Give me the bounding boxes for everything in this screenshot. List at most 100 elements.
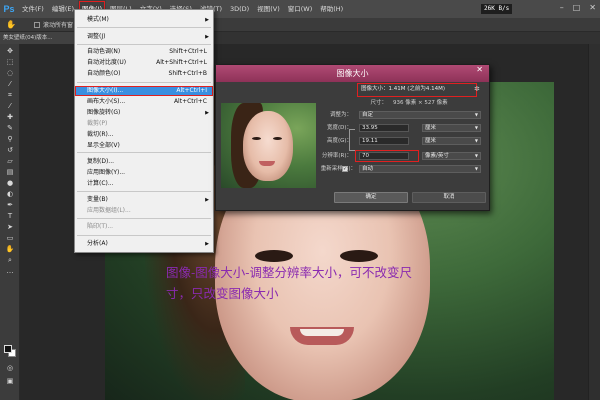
image-menu-item[interactable]: 图像大小(I)... Alt+Ctrl+I bbox=[75, 86, 213, 96]
maximize-icon[interactable]: □ bbox=[573, 3, 581, 12]
menu-item[interactable]: 文件(F) bbox=[18, 0, 48, 18]
marquee-tool-icon[interactable]: ⬚ bbox=[5, 58, 15, 67]
resolution-input[interactable]: 70 bbox=[359, 152, 409, 160]
hand-tool-icon[interactable]: ✋ bbox=[6, 20, 16, 29]
menu-item-shortcut: Alt+Ctrl+I bbox=[176, 87, 207, 94]
menu-separator bbox=[77, 27, 211, 28]
path-selection-tool-icon[interactable]: ➤ bbox=[5, 223, 15, 232]
submenu-arrow-icon: ▶ bbox=[205, 110, 209, 116]
image-menu-item[interactable]: 模式(M) ▶ bbox=[75, 15, 213, 25]
resolution-unit-select[interactable]: 像素/英寸 ▼ bbox=[422, 152, 481, 160]
image-menu-item[interactable]: 显示全部(V) bbox=[75, 141, 213, 151]
dimensions-label: 尺寸： bbox=[370, 100, 387, 106]
fit-to-label: 调整为： bbox=[329, 112, 352, 118]
menu-separator bbox=[77, 235, 211, 236]
resolution-unit-value: 像素/英寸 bbox=[425, 153, 449, 159]
image-menu-item[interactable]: 应用数据组(L)... bbox=[75, 206, 213, 216]
width-unit-select[interactable]: 厘米 ▼ bbox=[422, 124, 481, 132]
submenu-arrow-icon: ▶ bbox=[205, 197, 209, 203]
menu-item[interactable]: 视图(V) bbox=[253, 0, 284, 18]
menu-item-shortcut: Alt+Ctrl+C bbox=[173, 98, 207, 105]
gradient-tool-icon[interactable]: ▤ bbox=[5, 168, 15, 177]
close-icon[interactable]: ✕ bbox=[589, 3, 596, 12]
image-size-dialog: 图像大小 ✕ 图像大小：1.41M (之前为4.14M) ✲ 尺寸： 936 像素… bbox=[215, 64, 490, 211]
dodge-tool-icon[interactable]: ◐ bbox=[5, 190, 15, 199]
resolution-label: 分辨率(R)： bbox=[321, 153, 352, 159]
panels-strip bbox=[588, 44, 600, 400]
menu-item[interactable]: 帮助(H) bbox=[316, 0, 347, 18]
menu-item-label: 自动色调(N) bbox=[87, 48, 121, 55]
menu-item-shortcut: Shift+Ctrl+L bbox=[169, 48, 207, 55]
image-menu-dropdown: 模式(M) ▶ 调整(J) ▶ 自动色调(N) Shift+Ctrl+L 自动对比度(U) A… bbox=[74, 9, 214, 253]
image-menu-item[interactable]: 裁切(R)... bbox=[75, 130, 213, 140]
crop-tool-icon[interactable]: ⌗ bbox=[5, 91, 15, 100]
menu-separator bbox=[77, 152, 211, 153]
more-tools-icon[interactable]: … bbox=[5, 267, 15, 276]
submenu-arrow-icon: ▶ bbox=[205, 34, 209, 40]
image-menu-item[interactable]: 画布大小(S)... Alt+Ctrl+C bbox=[75, 97, 213, 107]
hand-tool-icon[interactable]: ✋ bbox=[5, 245, 15, 254]
menu-item-label: 裁剪(P) bbox=[87, 120, 108, 127]
height-unit-select[interactable]: 厘米 ▼ bbox=[422, 137, 481, 145]
image-menu-item[interactable]: 自动颜色(O) Shift+Ctrl+B bbox=[75, 69, 213, 79]
blur-tool-icon[interactable]: ● bbox=[5, 179, 15, 188]
width-input[interactable]: 33.95 bbox=[359, 124, 409, 132]
menu-item-label: 显示全部(V) bbox=[87, 142, 120, 149]
image-menu-item[interactable]: 图像旋转(G) ▶ bbox=[75, 108, 213, 118]
menu-separator bbox=[77, 82, 211, 83]
lasso-tool-icon[interactable]: ◌ bbox=[5, 69, 15, 78]
move-tool-icon[interactable]: ✥ bbox=[5, 47, 15, 56]
brush-tool-icon[interactable]: ✎ bbox=[5, 124, 15, 133]
image-menu-item[interactable]: 变量(B) ▶ bbox=[75, 195, 213, 205]
foreground-color-swatch[interactable] bbox=[4, 345, 12, 353]
scroll-all-windows-checkbox[interactable] bbox=[33, 21, 40, 28]
resample-value: 自动 bbox=[362, 166, 374, 172]
menu-item[interactable]: 3D(D) bbox=[226, 0, 253, 18]
menu-separator bbox=[77, 218, 211, 219]
clone-stamp-tool-icon[interactable]: ⚲ bbox=[5, 135, 15, 144]
magic-wand-tool-icon[interactable]: ⁄ bbox=[5, 80, 15, 89]
image-menu-item[interactable]: 调整(J) ▶ bbox=[75, 32, 213, 42]
image-menu-item[interactable]: 陷印(T)... bbox=[75, 222, 213, 232]
menu-item-label: 应用图像(Y)... bbox=[87, 169, 126, 176]
cancel-button[interactable]: 取消 bbox=[412, 192, 486, 203]
settings-gear-icon[interactable]: ✲ bbox=[474, 85, 480, 93]
ok-button[interactable]: 确定 bbox=[334, 192, 408, 203]
image-menu-item[interactable]: 自动对比度(U) Alt+Shift+Ctrl+L bbox=[75, 58, 213, 68]
healing-brush-tool-icon[interactable]: ✚ bbox=[5, 113, 15, 122]
image-menu-item[interactable]: 分析(A) ▶ bbox=[75, 239, 213, 249]
history-brush-tool-icon[interactable]: ↺ bbox=[5, 146, 15, 155]
chevron-down-icon: ▼ bbox=[474, 153, 478, 158]
menu-item-label: 分析(A) bbox=[87, 240, 108, 247]
width-unit-value: 厘米 bbox=[425, 125, 437, 131]
dimensions-row: 尺寸： 936 像素 × 527 像素 bbox=[369, 98, 447, 106]
screen-mode-icon[interactable]: ▣ bbox=[5, 377, 15, 386]
eraser-tool-icon[interactable]: ▱ bbox=[5, 157, 15, 166]
image-menu-item[interactable]: 复制(D)... bbox=[75, 157, 213, 167]
resample-select[interactable]: 自动 ▼ bbox=[359, 165, 481, 173]
left-eye bbox=[255, 250, 293, 262]
dialog-close-icon[interactable]: ✕ bbox=[476, 65, 483, 74]
type-tool-icon[interactable]: T bbox=[5, 212, 15, 221]
menu-item-label: 调整(J) bbox=[87, 33, 106, 40]
fit-to-select[interactable]: 自定 ▼ bbox=[359, 111, 481, 119]
image-menu-item[interactable]: 自动色调(N) Shift+Ctrl+L bbox=[75, 47, 213, 57]
menu-item-label: 计算(C)... bbox=[87, 180, 114, 187]
document-tab[interactable]: 美女壁纸(04)版本... bbox=[0, 32, 74, 44]
rectangle-tool-icon[interactable]: ▭ bbox=[5, 234, 15, 243]
menu-item-label: 自动颜色(O) bbox=[87, 70, 121, 77]
pen-tool-icon[interactable]: ✒ bbox=[5, 201, 15, 210]
quick-mask-icon[interactable]: ◎ bbox=[5, 364, 15, 373]
zoom-tool-icon[interactable]: ⌕ bbox=[5, 256, 15, 265]
minimize-icon[interactable]: – bbox=[560, 3, 564, 12]
menu-item[interactable]: 窗口(W) bbox=[284, 0, 317, 18]
image-menu-item[interactable]: 计算(C)... bbox=[75, 179, 213, 189]
eyedropper-tool-icon[interactable]: ⁄ bbox=[5, 102, 15, 111]
image-menu-item[interactable]: 应用图像(Y)... bbox=[75, 168, 213, 178]
height-input[interactable]: 19.11 bbox=[359, 137, 409, 145]
image-menu-item[interactable]: 裁剪(P) bbox=[75, 119, 213, 129]
menu-item-label: 应用数据组(L)... bbox=[87, 207, 131, 214]
menu-item-label: 陷印(T)... bbox=[87, 223, 114, 230]
fit-to-value: 自定 bbox=[362, 112, 374, 118]
menu-item-label: 模式(M) bbox=[87, 16, 109, 23]
